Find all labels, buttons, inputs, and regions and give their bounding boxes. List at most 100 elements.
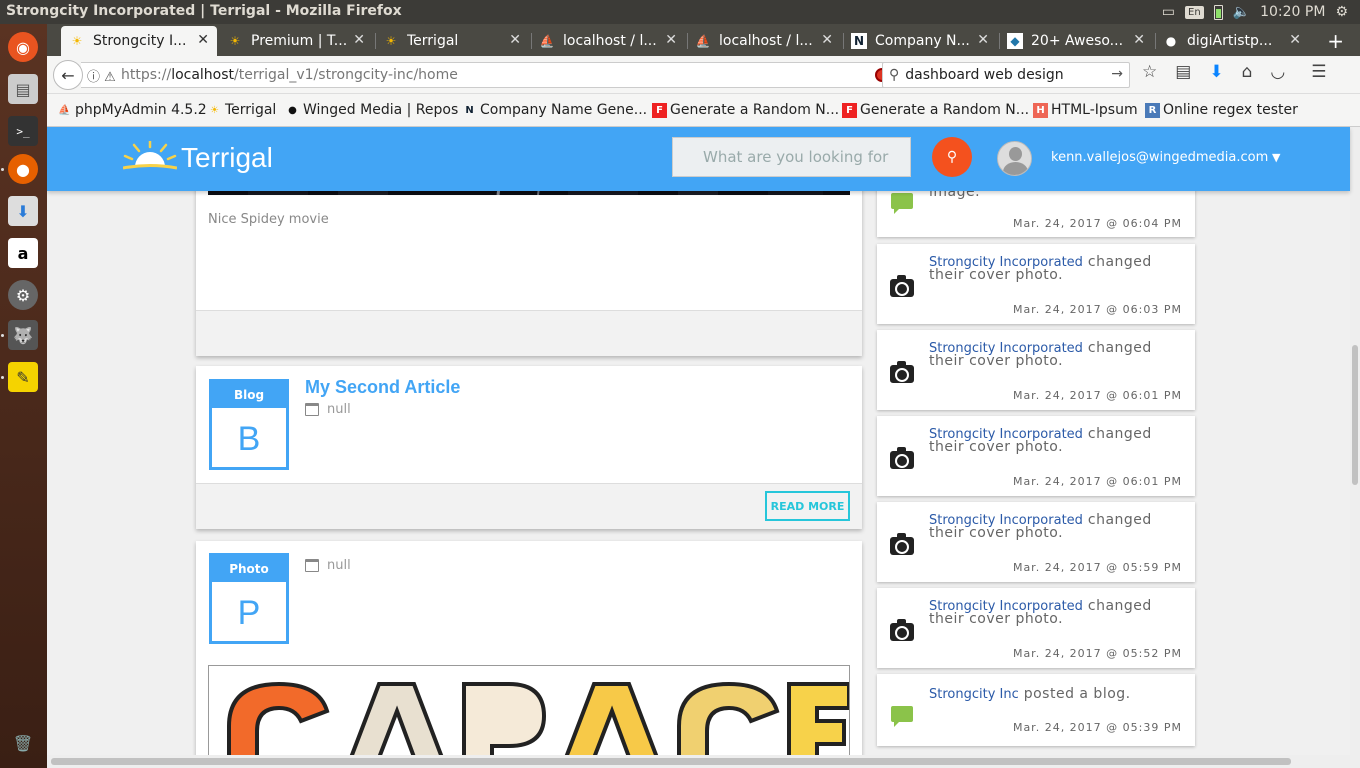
terrigal-sun-icon: ☀: [71, 34, 83, 48]
feed-item[interactable]: Strongcity Inc posted a blog. Mar. 24, 2…: [877, 674, 1195, 746]
bookmark-star-icon[interactable]: ☆: [1142, 62, 1157, 82]
avatar[interactable]: [997, 141, 1032, 176]
bookmark-terrigal[interactable]: ☀ Terrigal: [207, 102, 276, 118]
feed-user-link[interactable]: Strongcity Inc: [929, 687, 1019, 702]
ubuntu-dash-icon[interactable]: ◉: [8, 32, 38, 62]
tab-strongcity[interactable]: ☀ Strongcity I... ✕: [61, 26, 217, 56]
feed-item[interactable]: Strongcity Incorporated changed their co…: [877, 416, 1195, 496]
bookmark-phpmyadmin[interactable]: ⛵ phpMyAdmin 4.5.2: [57, 102, 206, 118]
company-n-icon: N: [851, 33, 867, 49]
close-tab-icon[interactable]: ✕: [821, 32, 833, 48]
feed-item[interactable]: Strongcity Incorporated changed their co…: [877, 502, 1195, 582]
company-n-icon: N: [465, 104, 474, 116]
tab-digiartist[interactable]: ● digiArtistp... ✕: [1155, 26, 1309, 56]
feed-item[interactable]: Strongcity Incorporated changed their co…: [877, 330, 1195, 410]
downloads-icon[interactable]: ⬇: [1209, 62, 1223, 82]
post-image[interactable]: [208, 665, 850, 768]
vertical-scrollbar[interactable]: [1350, 127, 1360, 768]
bookmark-company-name[interactable]: N Company Name Gene...: [462, 102, 647, 118]
keyboard-layout[interactable]: En: [1185, 5, 1204, 19]
camera-icon: [889, 619, 915, 643]
phpmyadmin-icon: ⛵: [539, 34, 555, 48]
reading-list-icon[interactable]: ▤: [1175, 62, 1191, 82]
tab-localhost-2[interactable]: ⛵ localhost / l... ✕: [687, 26, 841, 56]
post-caption: Nice Spidey movie: [208, 212, 329, 227]
close-tab-icon[interactable]: ✕: [197, 32, 209, 48]
user-email[interactable]: kenn.vallejos@wingedmedia.com: [1051, 150, 1268, 165]
menu-icon[interactable]: ☰: [1311, 62, 1326, 82]
article-title[interactable]: My Second Article: [305, 377, 460, 398]
close-tab-icon[interactable]: ✕: [353, 32, 365, 48]
url-bar[interactable]: ⓘ ⚠ https://localhost/terrigal_v1/strong…: [81, 62, 924, 88]
bookmark-winged-media[interactable]: ● Winged Media | Repos: [285, 102, 458, 118]
tab-localhost-1[interactable]: ⛵ localhost / l... ✕: [531, 26, 685, 56]
github-icon: ●: [288, 104, 297, 116]
volume-icon[interactable]: 🔈: [1233, 4, 1250, 20]
tab-bar: ☀ Strongcity I... ✕ ☀ Premium | T... ✕ ☀…: [47, 24, 1360, 56]
close-tab-icon[interactable]: ✕: [1133, 32, 1145, 48]
power-icon[interactable]: ⚙: [1335, 4, 1348, 20]
awesome-site-icon: ◆: [1007, 33, 1023, 49]
search-bar[interactable]: ⚲ dashboard web design →: [882, 62, 1130, 88]
files-icon[interactable]: ▤: [8, 74, 38, 104]
horizontal-scrollbar[interactable]: [47, 755, 1350, 768]
gimp-icon[interactable]: 🐺: [8, 320, 38, 350]
post-card-blog: Blog B My Second Article null READ MORE: [196, 366, 862, 529]
clock[interactable]: 10:20 PM: [1260, 4, 1325, 20]
window-title: Strongcity Incorporated | Terrigal - Moz…: [6, 3, 402, 19]
post-type-badge: Photo P: [209, 553, 289, 644]
feed-item[interactable]: Strongcity Incorporated changed their co…: [877, 588, 1195, 668]
close-tab-icon[interactable]: ✕: [665, 32, 677, 48]
amazon-icon[interactable]: a: [8, 238, 38, 268]
new-tab-button[interactable]: +: [1327, 29, 1344, 53]
tab-premium[interactable]: ☀ Premium | T... ✕: [219, 26, 373, 56]
url-text[interactable]: https://localhost/terrigal_v1/strongcity…: [121, 67, 458, 83]
page-viewport: Nice Spidey movie Blog B My Second Artic…: [47, 127, 1360, 768]
regex-r-icon: R: [1145, 102, 1160, 118]
app-header: Terrigal What are you looking for ⚲ kenn…: [47, 127, 1350, 191]
post-type-badge: Blog B: [209, 379, 289, 470]
site-search-button[interactable]: ⚲: [932, 137, 972, 177]
bookmark-random-2[interactable]: F Generate a Random N...: [842, 102, 1029, 118]
bookmark-random-1[interactable]: F Generate a Random N...: [652, 102, 839, 118]
pocket-icon[interactable]: ◡: [1270, 62, 1285, 82]
tab-terrigal[interactable]: ☀ Terrigal ✕: [375, 26, 529, 56]
camera-icon: [889, 361, 915, 385]
close-tab-icon[interactable]: ✕: [1289, 32, 1301, 48]
read-more-button[interactable]: READ MORE: [765, 491, 850, 521]
settings-icon[interactable]: ⚙: [8, 280, 38, 310]
calendar-icon: [305, 403, 319, 416]
close-tab-icon[interactable]: ✕: [977, 32, 989, 48]
site-search-input[interactable]: What are you looking for: [672, 137, 911, 177]
phpmyadmin-icon: ⛵: [58, 104, 71, 116]
chat-icon: [889, 703, 915, 727]
trash-icon[interactable]: 🗑: [8, 728, 38, 758]
terminal-icon[interactable]: >_: [8, 116, 38, 146]
firefox-icon[interactable]: ●: [8, 154, 38, 184]
close-tab-icon[interactable]: ✕: [509, 32, 521, 48]
calendar-icon: [305, 559, 319, 572]
tab-company-name[interactable]: N Company N... ✕: [843, 26, 997, 56]
battery-icon[interactable]: [1213, 4, 1223, 20]
home-icon[interactable]: ⌂: [1242, 62, 1253, 82]
graffiti-letters-image: [209, 666, 849, 768]
chevron-down-icon[interactable]: ▼: [1272, 151, 1280, 164]
bookmark-html-ipsum[interactable]: H HTML-Ipsum: [1033, 102, 1138, 118]
bookmark-regex-tester[interactable]: R Online regex tester: [1145, 102, 1298, 118]
back-button[interactable]: ←: [53, 60, 83, 90]
software-center-icon[interactable]: ⬇: [8, 196, 38, 226]
camera-icon: [889, 275, 915, 299]
screen-icon[interactable]: ▭: [1162, 4, 1175, 20]
sticky-notes-icon[interactable]: ✎: [8, 362, 38, 392]
launcher: ◉ ▤ >_ ● ⬇ a ⚙ 🐺 ✎ 🗑: [0, 24, 47, 768]
site-info-icon[interactable]: ⓘ ⚠: [81, 66, 121, 85]
github-icon: ●: [1165, 34, 1177, 48]
system-top-panel: Strongcity Incorporated | Terrigal - Moz…: [0, 0, 1360, 24]
tab-awesome[interactable]: ◆ 20+ Aweso... ✕: [999, 26, 1153, 56]
feed-item[interactable]: Strongcity Incorporated changed their co…: [877, 244, 1195, 324]
camera-icon: [889, 533, 915, 557]
terrigal-logo[interactable]: Terrigal: [123, 141, 273, 175]
post-footer: [196, 310, 862, 356]
search-go-icon[interactable]: →: [1111, 66, 1123, 82]
post-date: null: [305, 402, 351, 417]
